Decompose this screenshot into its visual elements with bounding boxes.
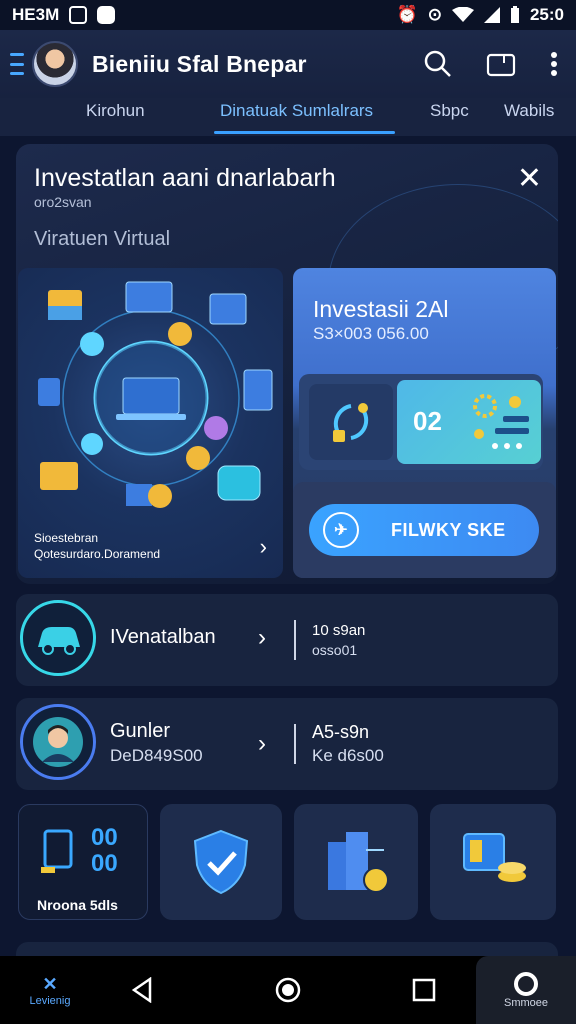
home-icon xyxy=(275,977,301,1003)
tile-digits: 00 00 xyxy=(91,825,118,877)
shield-check-icon xyxy=(193,829,249,895)
back-icon xyxy=(131,977,152,1003)
search-icon[interactable] xyxy=(424,50,452,78)
app-bar: Bieniiu Sfal Bnepar xyxy=(0,30,576,98)
card-label: Viratuen Virtual xyxy=(34,228,171,250)
status-time: 25:0 xyxy=(529,5,564,24)
gear-dashboard-icon xyxy=(473,394,529,449)
filwky-ske-button[interactable]: ✈ FILWKY SKE xyxy=(309,504,539,556)
building-icon xyxy=(328,832,389,893)
wifi-icon xyxy=(451,7,474,22)
chevron-right-icon[interactable]: › xyxy=(260,534,267,560)
home-button[interactable] xyxy=(266,956,310,1024)
row-divider xyxy=(294,620,296,660)
row-divider xyxy=(294,724,296,764)
apps-icon: ✕ xyxy=(42,973,58,994)
investment-card: Investasii 2Al S3×003 056.00 02 ✈ FILWKY… xyxy=(293,268,556,578)
investment-amount: S3×003 056.00 xyxy=(313,324,429,343)
list-item-gunler[interactable]: Gunler DeD849S00 › A5-s9n Ke d6s00 xyxy=(16,698,558,790)
chevron-right-icon[interactable]: › xyxy=(258,624,266,652)
tab-kirohun[interactable]: Kirohun xyxy=(86,98,145,136)
tile-label: Nroona 5dls xyxy=(37,897,118,913)
navigation-bar: ✕ Levienig Smmoee xyxy=(0,956,576,1024)
nav-left-label: Levienig xyxy=(29,994,71,1007)
stat-panel: 02 xyxy=(299,374,543,470)
do-not-disturb-icon: ⊙ xyxy=(427,5,442,24)
row-title: Gunler xyxy=(110,720,171,742)
cta-container: ✈ FILWKY SKE xyxy=(293,482,556,578)
nav-left-app[interactable]: ✕ Levienig xyxy=(10,956,90,1024)
stat-icon-box[interactable] xyxy=(309,384,393,460)
notification-app-icon-2 xyxy=(97,6,116,24)
recents-button[interactable] xyxy=(404,956,444,1024)
nav-right-app[interactable]: Smmoee xyxy=(476,956,576,1024)
stat-value-box[interactable]: 02 xyxy=(397,380,541,464)
tab-sbpc[interactable]: Sbpc xyxy=(430,98,469,136)
user-avatar-icon xyxy=(20,704,96,780)
recents-icon xyxy=(412,978,436,1002)
back-button[interactable] xyxy=(122,956,162,1024)
investment-title: Investasii 2Al xyxy=(313,296,449,322)
row-right-bottom: osso01 xyxy=(312,642,358,658)
notification-app-icon xyxy=(69,6,88,24)
illustration-caption: Sioestebran Qotesurdaro.Doramend xyxy=(34,530,160,562)
sync-icon xyxy=(333,403,369,442)
nav-right-label: Smmoee xyxy=(503,997,549,1009)
network-illustration xyxy=(38,281,273,508)
alarm-icon: ⏰ xyxy=(396,5,418,24)
app-title: Bieniiu Sfal Bnepar xyxy=(92,50,307,77)
more-vert-icon[interactable] xyxy=(550,51,558,77)
battery-icon xyxy=(510,6,519,23)
menu-icon[interactable] xyxy=(10,53,24,75)
tile-nroona[interactable]: 00 00 Nroona 5dls xyxy=(18,804,148,920)
investment-illustration[interactable]: Sioestebran Qotesurdaro.Doramend › xyxy=(18,268,283,578)
illustration-caption-line2: Qotesurdaro.Doramend xyxy=(34,547,161,561)
tab-dinatuak[interactable]: Dinatuak Sumlalrars xyxy=(213,98,396,136)
card-subtitle: oro2svan xyxy=(34,194,92,210)
card-title: Investatlan aani dnarlabarh xyxy=(34,164,336,192)
tab-wabils[interactable]: Wabils xyxy=(504,98,554,136)
document-icon xyxy=(41,829,73,873)
camera-icon xyxy=(514,972,538,996)
tile-wallet[interactable] xyxy=(430,804,556,920)
tab-bar: Kirohun Dinatuak Sumlalrars Sbpc Wabils xyxy=(0,98,576,136)
rocket-icon: ✈ xyxy=(323,512,359,548)
tile-digits-bottom: 00 xyxy=(91,850,118,877)
status-left-text: HE3M xyxy=(12,5,60,24)
status-bar: HE3M ⏰ ⊙ 25:0 xyxy=(0,0,576,30)
row-right-bottom: Ke d6s00 xyxy=(312,746,384,765)
signal-icon xyxy=(483,7,500,23)
tile-buildings[interactable] xyxy=(294,804,418,920)
chevron-right-icon[interactable]: › xyxy=(258,730,266,758)
stat-value: 02 xyxy=(413,406,442,436)
car-icon xyxy=(20,600,96,676)
folder-icon[interactable] xyxy=(486,51,516,77)
tile-security[interactable] xyxy=(160,804,282,920)
row-title: IVenatalban xyxy=(110,626,216,648)
close-icon[interactable]: ✕ xyxy=(517,164,542,194)
list-item-ivenatalban[interactable]: IVenatalban › 10 s9an osso01 xyxy=(16,594,558,686)
investment-overview-card: Investatlan aani dnarlabarh oro2svan Vir… xyxy=(16,144,558,584)
row-right-top: 10 s9an xyxy=(312,622,366,639)
illustration-caption-line1: Sioestebran xyxy=(34,531,99,545)
avatar[interactable] xyxy=(32,41,78,87)
row-right-top: A5-s9n xyxy=(312,722,370,742)
tile-digits-top: 00 xyxy=(91,824,118,851)
cta-label: FILWKY SKE xyxy=(391,519,506,540)
wallet-coins-icon xyxy=(463,833,526,882)
row-subtitle: DeD849S00 xyxy=(110,746,203,765)
